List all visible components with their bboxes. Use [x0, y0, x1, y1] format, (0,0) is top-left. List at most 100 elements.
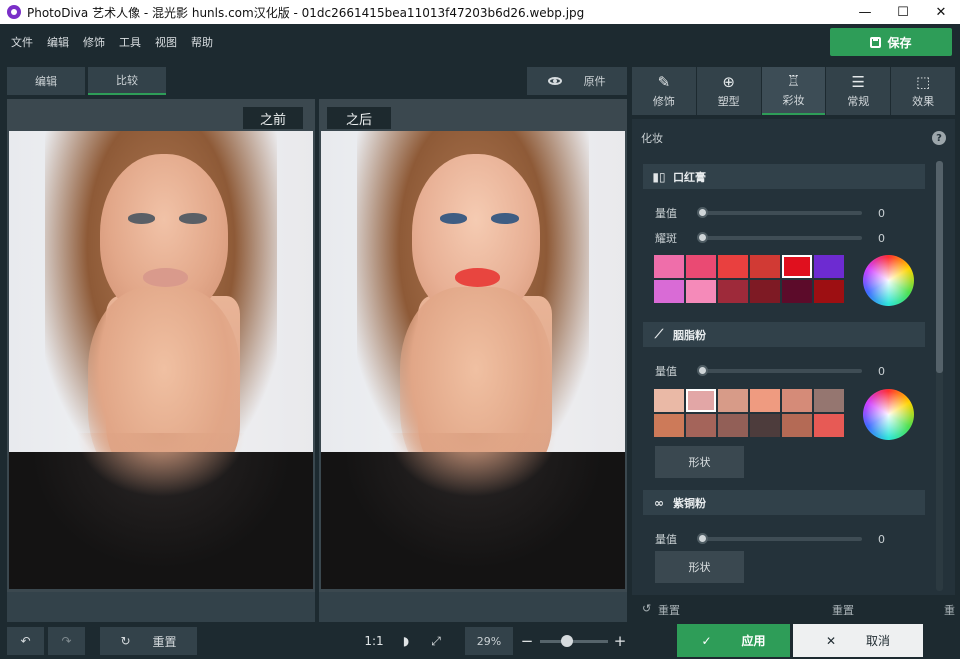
zoom-in-button[interactable]: + — [611, 630, 629, 652]
reset-icon: ↻ — [120, 634, 131, 648]
after-pane-footer — [319, 592, 627, 622]
lipstick-swatch[interactable] — [750, 280, 780, 303]
fit-screen-button[interactable]: ⤢ — [426, 630, 446, 652]
undo-button[interactable]: ↶ — [7, 627, 44, 655]
reset-link-3[interactable]: 重 — [944, 602, 955, 618]
minimize-button[interactable]: — — [846, 0, 884, 24]
tab-edit[interactable]: 编辑 — [7, 67, 85, 95]
slider-label: 量值 — [655, 207, 677, 220]
effects-icon: ⬚ — [915, 72, 931, 91]
blush-swatch[interactable] — [654, 389, 684, 412]
menu-edit[interactable]: 编辑 — [40, 34, 76, 50]
menu-file[interactable]: 文件 — [4, 34, 40, 50]
compare-split-button[interactable]: ◗ — [396, 630, 416, 652]
menu-tools[interactable]: 工具 — [112, 34, 148, 50]
lipstick-swatch[interactable] — [654, 255, 684, 278]
blush-swatch[interactable] — [814, 389, 844, 412]
x-icon: ✕ — [825, 633, 837, 648]
blush-swatch[interactable] — [686, 414, 716, 437]
tab-general[interactable]: ☰ 常规 — [826, 67, 891, 115]
bronzer-section-header[interactable]: ∞ 紫铜粉 — [643, 490, 925, 515]
slider-value: 0 — [878, 231, 885, 245]
blush-title: 胭脂粉 — [673, 328, 706, 342]
zoom-out-button[interactable]: − — [518, 630, 536, 652]
panel-tabs: ✎ 修饰 ⊕ 塑型 ♖ 彩妆 ☰ 常规 ⬚ 效果 — [632, 67, 955, 115]
lipstick-swatch[interactable] — [686, 255, 716, 278]
cancel-button[interactable]: ✕ 取消 — [793, 624, 923, 657]
blush-color-wheel[interactable] — [863, 389, 914, 440]
menu-view[interactable]: 视图 — [148, 34, 184, 50]
blush-shape-button[interactable]: 形状 — [655, 446, 744, 478]
apply-button[interactable]: ✓ 应用 — [677, 624, 790, 657]
after-photo[interactable] — [321, 131, 625, 589]
lipstick-swatches — [654, 255, 844, 303]
blush-swatch[interactable] — [814, 414, 844, 437]
lipstick-swatch[interactable] — [718, 280, 748, 303]
slider-knob[interactable] — [697, 207, 708, 218]
slider-knob[interactable] — [697, 232, 708, 243]
blush-swatch[interactable] — [782, 389, 812, 412]
cancel-label: 取消 — [866, 634, 891, 648]
blush-swatch[interactable] — [718, 414, 748, 437]
blush-section-header[interactable]: ⟋ 胭脂粉 — [643, 322, 925, 347]
maximize-button[interactable]: ☐ — [884, 0, 922, 24]
lipstick-swatch[interactable] — [782, 255, 812, 278]
panel-heading: 化妆 — [641, 132, 663, 145]
menu-bar: 文件 编辑 修饰 工具 视图 帮助 保存 — [0, 24, 960, 60]
lipstick-color-wheel[interactable] — [863, 255, 914, 306]
reset-section-link[interactable]: 重置 — [658, 602, 680, 618]
title-bar: PhotoDiva 艺术人像 - 混光影 hunls.com汉化版 - 01dc… — [0, 0, 960, 24]
redo-button[interactable]: ↷ — [48, 627, 85, 655]
lipstick-swatch[interactable] — [718, 255, 748, 278]
blush-swatch[interactable] — [654, 414, 684, 437]
tab-retouch[interactable]: ✎ 修饰 — [632, 67, 696, 115]
blush-swatch[interactable] — [750, 389, 780, 412]
lipstick-swatch[interactable] — [750, 255, 780, 278]
slider-knob[interactable] — [697, 533, 708, 544]
tab-makeup-label: 彩妆 — [782, 93, 805, 107]
actual-size-button[interactable]: 1:1 — [362, 630, 386, 652]
blush-swatch[interactable] — [686, 389, 716, 412]
blush-swatch[interactable] — [718, 389, 748, 412]
lipstick-swatch[interactable] — [814, 280, 844, 303]
blush-swatch[interactable] — [750, 414, 780, 437]
zoom-slider[interactable] — [540, 640, 608, 643]
save-button[interactable]: 保存 — [830, 28, 952, 56]
menu-retouch[interactable]: 修饰 — [76, 34, 112, 50]
original-label: 原件 — [583, 75, 606, 88]
lipstick-amount-slider[interactable]: 量值 0 — [655, 206, 895, 221]
blush-swatch[interactable] — [782, 414, 812, 437]
panel-scrollbar[interactable] — [936, 161, 943, 591]
blush-amount-slider[interactable]: 量值 0 — [655, 364, 895, 379]
bronzer-title: 紫铜粉 — [673, 496, 706, 510]
apply-label: 应用 — [741, 634, 766, 648]
reset-link-2[interactable]: 重置 — [832, 602, 854, 618]
scrollbar-thumb[interactable] — [936, 161, 943, 373]
zoom-slider-knob[interactable] — [561, 635, 574, 647]
lipstick-swatch[interactable] — [782, 280, 812, 303]
zoom-value[interactable]: 29% — [465, 627, 513, 655]
fit-screen-icon: ⤢ — [431, 633, 441, 648]
lipstick-gloss-slider[interactable]: 耀斑 0 — [655, 231, 895, 246]
bronzer-amount-slider[interactable]: 量值 0 — [655, 532, 895, 547]
before-photo[interactable] — [9, 131, 313, 589]
tab-compare[interactable]: 比较 — [88, 67, 166, 95]
close-button[interactable]: ✕ — [922, 0, 960, 24]
tab-reshape[interactable]: ⊕ 塑型 — [696, 67, 761, 115]
reshape-icon: ⊕ — [722, 72, 735, 91]
help-icon[interactable]: ? — [932, 131, 946, 145]
tab-effects[interactable]: ⬚ 效果 — [891, 67, 955, 115]
bronzer-shape-button[interactable]: 形状 — [655, 551, 744, 583]
tab-makeup[interactable]: ♖ 彩妆 — [761, 67, 826, 115]
lipstick-swatch[interactable] — [814, 255, 844, 278]
lipstick-swatch[interactable] — [686, 280, 716, 303]
menu-help[interactable]: 帮助 — [184, 34, 220, 50]
floppy-disk-icon — [870, 36, 882, 48]
reset-button[interactable]: ↻ 重置 — [100, 627, 197, 655]
lipstick-section-header[interactable]: ▮▯ 口红膏 — [643, 164, 925, 189]
reset-section-icon[interactable]: ↺ — [642, 602, 651, 615]
lipstick-swatch[interactable] — [654, 280, 684, 303]
app-logo-icon — [7, 5, 21, 19]
slider-knob[interactable] — [697, 365, 708, 376]
original-button[interactable]: 原件 — [527, 67, 627, 95]
